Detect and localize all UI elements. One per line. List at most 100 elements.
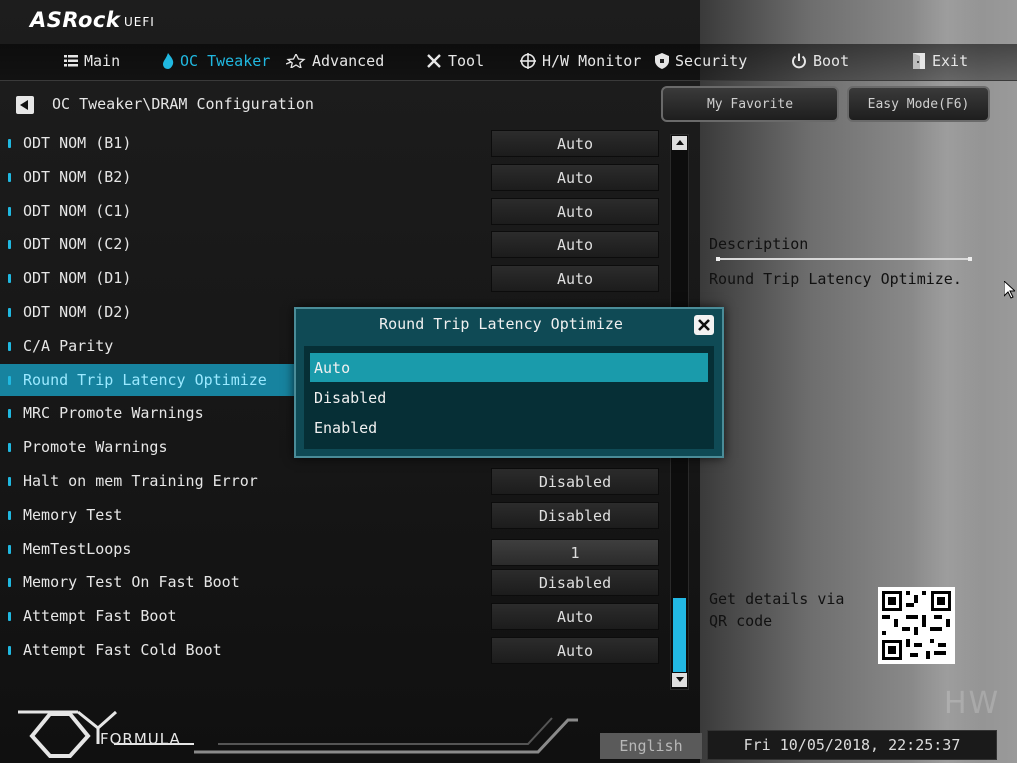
setting-label: ODT NOM (C2) — [8, 228, 131, 260]
info-marker-icon — [8, 510, 11, 520]
info-marker-icon — [8, 408, 11, 418]
uefi-label: UEFI — [124, 15, 155, 29]
tab-label: Boot — [813, 52, 850, 70]
setting-value[interactable]: Auto — [491, 231, 659, 258]
setting-label: Attempt Fast Cold Boot — [8, 634, 222, 666]
info-marker-icon — [8, 611, 11, 621]
mouse-cursor-icon — [1003, 279, 1017, 303]
setting-label: Halt on mem Training Error — [8, 465, 258, 497]
scroll-down-arrow-icon[interactable] — [672, 673, 687, 687]
setting-label: ODT NOM (B2) — [8, 161, 131, 193]
setting-row-attempt-fast-cold-boot[interactable]: Attempt Fast Cold Boot Auto — [0, 634, 662, 666]
exit-icon — [913, 53, 925, 69]
setting-value[interactable]: Auto — [491, 265, 659, 292]
setting-row-odt-nom-d1[interactable]: ODT NOM (D1) Auto — [0, 262, 662, 294]
my-favorite-button[interactable]: My Favorite — [661, 86, 839, 122]
tab-label: Security — [675, 52, 748, 70]
setting-label: ODT NOM (C1) — [8, 195, 131, 227]
dialog-title: Round Trip Latency Optimize — [379, 315, 623, 333]
info-marker-icon — [8, 341, 11, 351]
back-button[interactable] — [16, 96, 34, 114]
tab-label: Exit — [932, 52, 969, 70]
setting-label: Round Trip Latency Optimize — [0, 364, 294, 396]
setting-value[interactable]: Disabled — [491, 502, 659, 529]
tab-oc-tweaker[interactable]: OC Tweaker — [162, 50, 270, 72]
scroll-up-arrow-icon[interactable] — [672, 136, 687, 150]
setting-label: ODT NOM (B1) — [8, 127, 131, 159]
tab-label: Advanced — [312, 52, 385, 70]
setting-row-halt-on-mem-training-error[interactable]: Halt on mem Training Error Disabled — [0, 465, 662, 497]
star-icon — [286, 54, 306, 68]
memtestloops-input[interactable]: 1 — [491, 539, 659, 566]
setting-label: MRC Promote Warnings — [8, 397, 204, 429]
qr-caption: Get details via QR code — [709, 590, 845, 630]
setting-row-memtestloops[interactable]: MemTestLoops 1 — [0, 533, 662, 566]
info-marker-icon — [8, 375, 11, 385]
setting-label: C/A Parity — [8, 330, 113, 362]
info-marker-icon — [8, 476, 11, 486]
info-marker-icon — [8, 138, 11, 148]
option-dialog: Round Trip Latency Optimize Auto Disable… — [294, 307, 724, 458]
tab-boot[interactable]: Boot — [791, 50, 849, 72]
tab-hw-monitor[interactable]: H/W Monitor — [520, 50, 641, 72]
setting-row-odt-nom-b2[interactable]: ODT NOM (B2) Auto — [0, 161, 662, 193]
crosshair-icon — [520, 53, 536, 69]
tab-exit[interactable]: Exit — [913, 50, 968, 72]
close-icon[interactable] — [694, 315, 714, 335]
info-marker-icon — [8, 577, 11, 587]
setting-row-memory-test-on-fast-boot[interactable]: Memory Test On Fast Boot Disabled — [0, 566, 662, 598]
qr-code-icon — [878, 587, 955, 664]
setting-row-attempt-fast-boot[interactable]: Attempt Fast Boot Auto — [0, 600, 662, 632]
setting-value[interactable]: Auto — [491, 603, 659, 630]
dialog-option-auto[interactable]: Auto — [310, 353, 708, 382]
info-marker-icon — [8, 239, 11, 249]
setting-label: ODT NOM (D1) — [8, 262, 131, 294]
formula-logo-text: FORMULA — [100, 730, 181, 748]
dialog-option-enabled[interactable]: Enabled — [310, 413, 708, 442]
easy-mode-button[interactable]: Easy Mode(F6) — [847, 86, 990, 122]
tab-label: OC Tweaker — [180, 52, 271, 70]
info-marker-icon — [8, 544, 11, 554]
wrench-icon — [427, 54, 441, 68]
dialog-option-list: Auto Disabled Enabled — [304, 346, 714, 449]
tab-tool[interactable]: Tool — [426, 50, 484, 72]
info-marker-icon — [8, 273, 11, 283]
tab-main[interactable]: Main — [64, 50, 120, 72]
tab-label: Tool — [448, 52, 485, 70]
setting-label: Attempt Fast Boot — [8, 600, 177, 632]
scrollbar-thumb[interactable] — [673, 598, 686, 672]
description-text: Round Trip Latency Optimize. — [709, 270, 962, 288]
power-icon — [792, 53, 806, 69]
info-marker-icon — [8, 307, 11, 317]
tab-label: Main — [84, 52, 121, 70]
setting-value[interactable]: Auto — [491, 198, 659, 225]
main-menu-bar — [0, 44, 1017, 81]
setting-label: Memory Test On Fast Boot — [8, 566, 240, 598]
setting-row-odt-nom-c1[interactable]: ODT NOM (C1) Auto — [0, 195, 662, 227]
info-marker-icon — [8, 442, 11, 452]
tab-advanced[interactable]: Advanced — [286, 50, 384, 72]
description-divider — [716, 257, 972, 261]
setting-value[interactable]: Disabled — [491, 569, 659, 596]
setting-label: Memory Test — [8, 499, 122, 531]
setting-value[interactable]: Auto — [491, 637, 659, 664]
description-heading: Description — [709, 235, 809, 253]
watermark: HW — [944, 686, 1001, 721]
language-selector[interactable]: English — [600, 733, 702, 759]
setting-row-odt-nom-b1[interactable]: ODT NOM (B1) Auto — [0, 127, 662, 159]
breadcrumb: OC Tweaker\DRAM Configuration — [52, 95, 314, 113]
setting-value[interactable]: Disabled — [491, 468, 659, 495]
dialog-option-disabled[interactable]: Disabled — [310, 383, 708, 412]
shield-icon — [655, 53, 669, 69]
setting-value[interactable]: Auto — [491, 164, 659, 191]
tab-security[interactable]: Security — [655, 50, 747, 72]
setting-label: ODT NOM (D2) — [8, 296, 131, 328]
info-marker-icon — [8, 172, 11, 182]
flame-icon — [163, 53, 174, 69]
setting-row-memory-test[interactable]: Memory Test Disabled — [0, 499, 662, 531]
tab-label: H/W Monitor — [542, 52, 642, 70]
info-marker-icon — [8, 206, 11, 216]
setting-row-odt-nom-c2[interactable]: ODT NOM (C2) Auto — [0, 228, 662, 260]
date-time-display: Fri 10/05/2018, 22:25:37 — [707, 730, 997, 760]
setting-value[interactable]: Auto — [491, 130, 659, 157]
